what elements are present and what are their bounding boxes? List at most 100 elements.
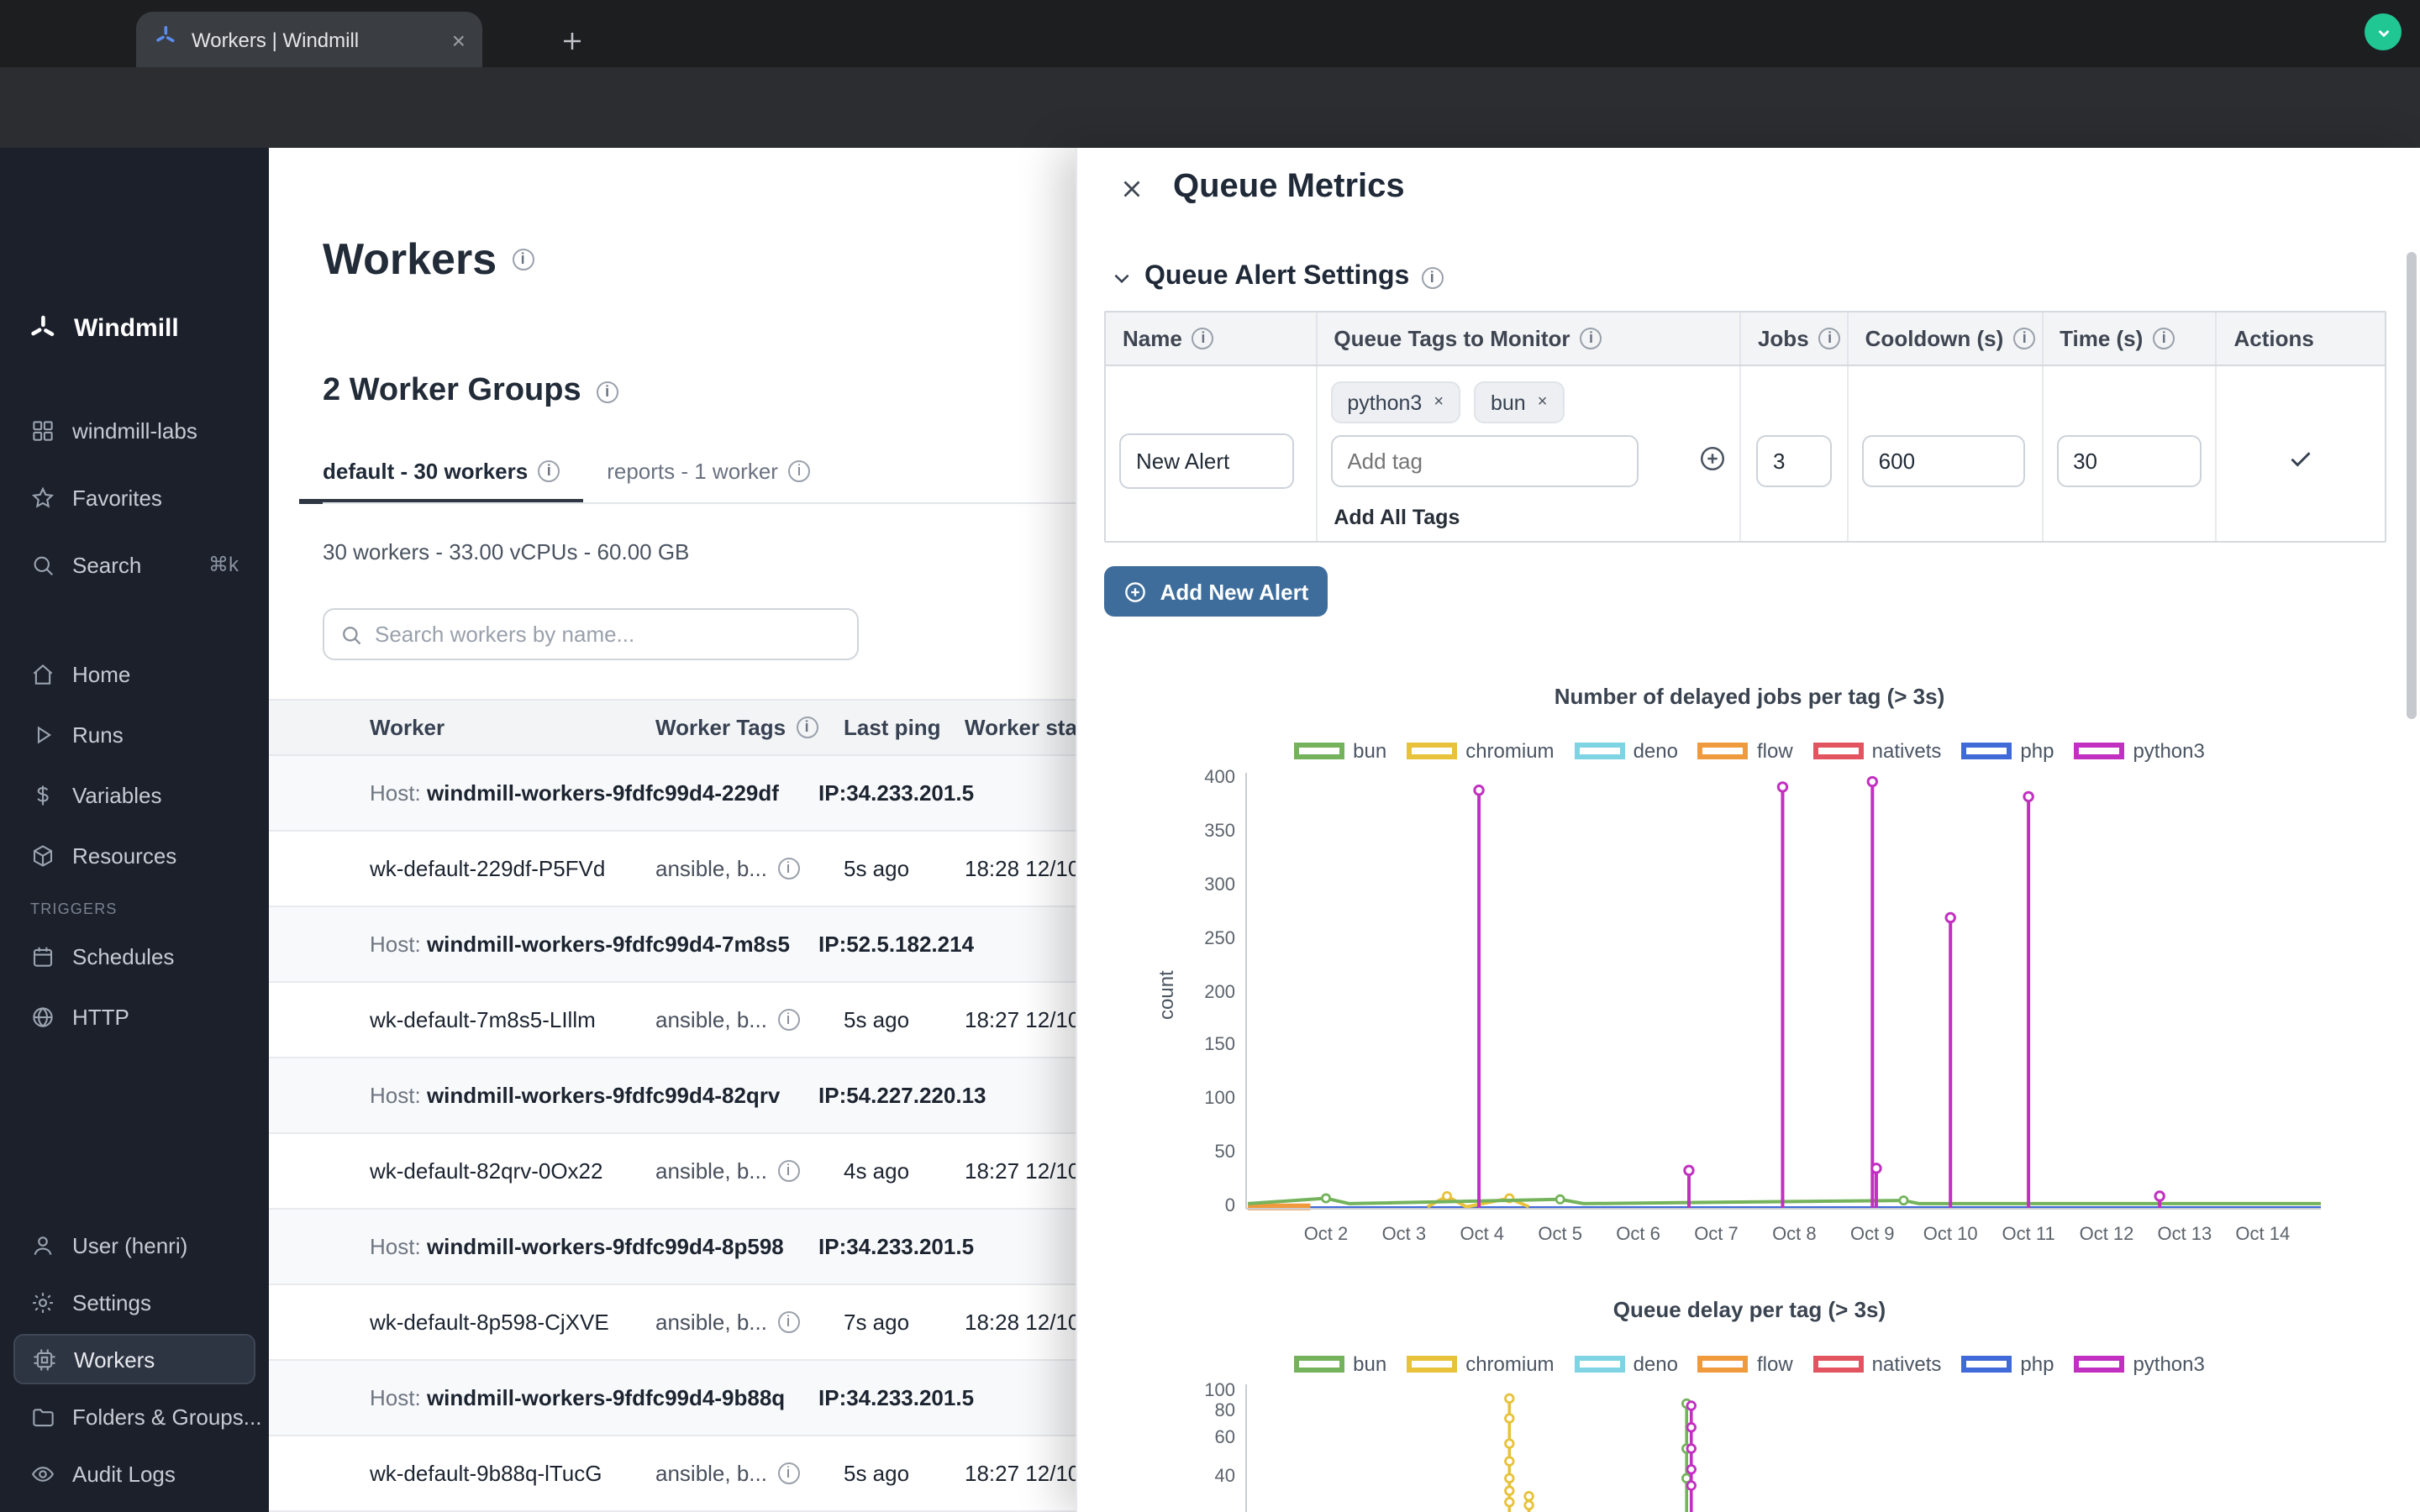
y-tick: 200 bbox=[1171, 982, 1235, 1004]
user-icon bbox=[30, 1232, 55, 1257]
worker-name: wk-default-82qrv-0Ox22 bbox=[370, 1158, 602, 1184]
info-icon[interactable]: i bbox=[777, 1009, 799, 1031]
add-new-alert-button[interactable]: Add New Alert bbox=[1104, 566, 1328, 617]
add-tag-input[interactable] bbox=[1330, 435, 1638, 487]
legend-item-python3[interactable]: python3 bbox=[2074, 739, 2204, 763]
close-drawer-button[interactable] bbox=[1109, 166, 1153, 210]
worker-row[interactable]: wk-default-8p598-CjXVEansible, b...i7s a… bbox=[269, 1285, 1176, 1361]
host-row[interactable]: Host: windmill-workers-9fdfc99d4-7m8s5IP… bbox=[269, 907, 1176, 983]
worker-row[interactable]: wk-default-7m8s5-LIllmansible, b...i5s a… bbox=[269, 983, 1176, 1058]
info-icon[interactable]: i bbox=[512, 248, 534, 270]
worker-row[interactable]: wk-default-229df-P5FVdansible, b...i5s a… bbox=[269, 832, 1176, 907]
sidebar-item-audit-logs[interactable]: Audit Logs bbox=[13, 1448, 255, 1499]
last-ping: 5s ago bbox=[844, 1461, 909, 1486]
workers-table-header: Worker Worker Tagsi Last ping Worker sta bbox=[269, 699, 1176, 756]
info-icon[interactable]: i bbox=[597, 381, 618, 402]
legend-item-flow[interactable]: flow bbox=[1698, 739, 1793, 763]
alert-table-header: Namei Queue Tags to Monitori Jobsi Coold… bbox=[1106, 312, 2385, 366]
tab-close-icon[interactable]: × bbox=[452, 28, 466, 51]
close-icon bbox=[1117, 174, 1145, 202]
info-icon[interactable]: i bbox=[777, 1462, 799, 1484]
cooldown-input[interactable] bbox=[1862, 435, 2025, 487]
legend-item-nativets[interactable]: nativets bbox=[1813, 739, 1942, 763]
confirm-alert-check-icon[interactable] bbox=[2286, 444, 2317, 482]
info-icon[interactable]: i bbox=[777, 1311, 799, 1333]
info-icon[interactable]: i bbox=[788, 460, 810, 482]
worker-search-input[interactable] bbox=[375, 622, 842, 647]
sidebar-item-home[interactable]: Home bbox=[13, 648, 255, 699]
cube-icon bbox=[30, 843, 55, 868]
legend-item-chromium[interactable]: chromium bbox=[1407, 1352, 1554, 1376]
jobs-input[interactable] bbox=[1756, 435, 1832, 487]
sidebar-item-user[interactable]: User (henri) bbox=[13, 1220, 255, 1270]
group-stats: 30 workers - 33.00 vCPUs - 60.00 GB bbox=[323, 539, 689, 566]
sidebar-item-resources[interactable]: Resources bbox=[13, 830, 255, 880]
info-icon[interactable]: i bbox=[777, 1160, 799, 1182]
worker-search[interactable] bbox=[323, 608, 859, 660]
worker-row[interactable]: wk-default-9b88q-lTucGansible, b...i5s a… bbox=[269, 1436, 1176, 1512]
info-icon[interactable]: i bbox=[1819, 328, 1841, 349]
legend-item-bun[interactable]: bun bbox=[1294, 739, 1386, 763]
sidebar-item-workers[interactable]: Workers bbox=[13, 1334, 255, 1384]
browser-tab[interactable]: Workers | Windmill × bbox=[136, 12, 482, 67]
sidebar-item-favorites[interactable]: Favorites bbox=[13, 472, 255, 522]
host-row[interactable]: Host: windmill-workers-9fdfc99d4-229dfIP… bbox=[269, 756, 1176, 832]
tab-list-chevron-icon[interactable] bbox=[2365, 13, 2402, 50]
queue-alert-settings-toggle[interactable]: Queue Alert Settings i bbox=[1111, 260, 1443, 294]
sidebar-item-settings[interactable]: Settings bbox=[13, 1277, 255, 1327]
y-tick: 100 bbox=[1171, 1089, 1235, 1111]
sidebar-item-folders-groups[interactable]: Folders & Groups... bbox=[13, 1391, 255, 1441]
sidebar-item-variables[interactable]: Variables bbox=[13, 769, 255, 820]
col-worker-tags: Worker Tagsi bbox=[655, 715, 818, 740]
remove-tag-icon[interactable]: × bbox=[1434, 393, 1444, 412]
x-tick: Oct 14 bbox=[2221, 1225, 2305, 1247]
info-icon[interactable]: i bbox=[796, 717, 818, 738]
tag-chip[interactable]: bun× bbox=[1474, 381, 1564, 423]
info-icon[interactable]: i bbox=[777, 858, 799, 879]
sidebar-item-schedules[interactable]: Schedules bbox=[13, 931, 255, 981]
eye-icon bbox=[30, 1461, 55, 1486]
tab-default-group[interactable]: default - 30 workersi bbox=[299, 457, 583, 504]
remove-tag-icon[interactable]: × bbox=[1538, 393, 1548, 412]
alert-name-input[interactable] bbox=[1119, 433, 1294, 489]
tag-chip[interactable]: python3× bbox=[1330, 381, 1460, 423]
host-name: Host: windmill-workers-9fdfc99d4-229df bbox=[370, 780, 779, 806]
info-icon[interactable]: i bbox=[1581, 328, 1602, 349]
add-all-tags-link[interactable]: Add All Tags bbox=[1334, 506, 1460, 529]
delayed-jobs-chart[interactable] bbox=[1245, 769, 2321, 1211]
time-input[interactable] bbox=[2056, 435, 2201, 487]
tab-reports-group[interactable]: reports - 1 workeri bbox=[583, 457, 834, 504]
y-tick: 60 bbox=[1171, 1429, 1235, 1451]
legend-item-deno[interactable]: deno bbox=[1575, 739, 1678, 763]
sidebar-item-runs[interactable]: Runs bbox=[13, 709, 255, 759]
sidebar-item-workspace[interactable]: windmill-labs bbox=[13, 405, 255, 455]
x-tick: Oct 10 bbox=[1908, 1225, 1992, 1247]
queue-delay-chart[interactable] bbox=[1245, 1384, 2321, 1512]
info-icon[interactable]: i bbox=[538, 460, 560, 482]
workers-table: Worker Worker Tagsi Last ping Worker sta… bbox=[269, 699, 1176, 1512]
legend-item-python3[interactable]: python3 bbox=[2074, 1352, 2204, 1376]
add-tag-plus-icon[interactable] bbox=[1697, 444, 1727, 482]
legend-item-nativets[interactable]: nativets bbox=[1813, 1352, 1942, 1376]
host-row[interactable]: Host: windmill-workers-9fdfc99d4-82qrvIP… bbox=[269, 1058, 1176, 1134]
browser-tab-strip: Workers | Windmill × bbox=[0, 0, 2420, 67]
play-icon bbox=[30, 722, 55, 747]
sidebar-item-http[interactable]: HTTP bbox=[13, 991, 255, 1042]
host-row[interactable]: Host: windmill-workers-9fdfc99d4-9b88qIP… bbox=[269, 1361, 1176, 1436]
drawer-scrollbar[interactable] bbox=[2407, 252, 2417, 719]
legend-item-php[interactable]: php bbox=[1961, 1352, 2054, 1376]
legend-item-flow[interactable]: flow bbox=[1698, 1352, 1793, 1376]
legend-item-chromium[interactable]: chromium bbox=[1407, 739, 1554, 763]
info-icon[interactable]: i bbox=[1192, 328, 1214, 349]
legend-item-php[interactable]: php bbox=[1961, 739, 2054, 763]
sidebar-item-search[interactable]: Search ⌘k bbox=[13, 539, 255, 590]
legend-item-bun[interactable]: bun bbox=[1294, 1352, 1386, 1376]
new-tab-button[interactable] bbox=[550, 18, 593, 62]
legend-item-deno[interactable]: deno bbox=[1575, 1352, 1678, 1376]
info-icon[interactable]: i bbox=[2153, 328, 2175, 349]
info-icon[interactable]: i bbox=[2013, 328, 2035, 349]
host-row[interactable]: Host: windmill-workers-9fdfc99d4-8p598IP… bbox=[269, 1210, 1176, 1285]
worker-row[interactable]: wk-default-82qrv-0Ox22ansible, b...i4s a… bbox=[269, 1134, 1176, 1210]
windmill-logo[interactable]: Windmill bbox=[27, 312, 179, 344]
info-icon[interactable]: i bbox=[1421, 266, 1443, 288]
